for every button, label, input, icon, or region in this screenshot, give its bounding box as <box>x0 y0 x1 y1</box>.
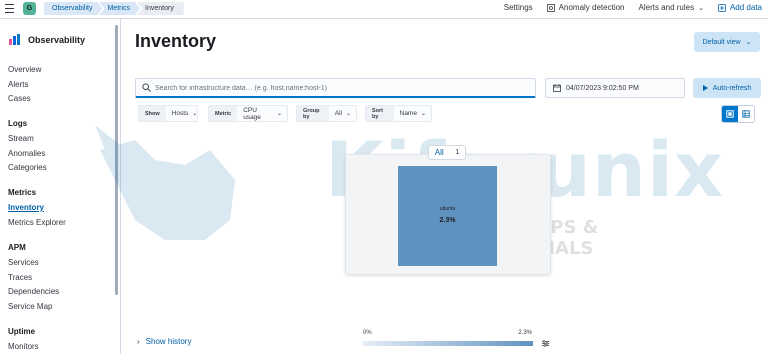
breadcrumb: Observability Metrics Inventory <box>44 2 184 15</box>
calendar-icon <box>553 84 561 92</box>
host-node-value: 2.3% <box>439 217 456 224</box>
breadcrumb-metrics[interactable]: Metrics <box>99 2 140 15</box>
add-data-link[interactable]: Add data <box>718 3 762 12</box>
add-data-icon <box>718 3 726 12</box>
play-icon <box>702 85 708 91</box>
show-filter[interactable]: Show Hosts ⌄ <box>138 105 198 122</box>
top-header: G Observability Metrics Inventory Settin… <box>0 0 768 19</box>
map-view-icon <box>726 110 734 118</box>
chevron-down-icon: ⌄ <box>745 39 752 46</box>
filter-value: CPU usage <box>243 106 261 121</box>
anomaly-detection-link[interactable]: Anomaly detection <box>546 3 625 12</box>
filter-label: Metric <box>209 106 238 121</box>
alerts-and-rules-label: Alerts and rules <box>638 3 695 12</box>
search-icon <box>142 83 151 92</box>
sidebar-heading-logs: Logs <box>8 119 28 128</box>
sidebar-item-alerts[interactable]: Alerts <box>8 80 28 89</box>
chevron-right-icon: › <box>137 337 140 346</box>
chevron-down-icon: ⌄ <box>698 4 704 12</box>
legend-min: 0% <box>363 330 372 336</box>
map-view-button[interactable] <box>722 106 738 122</box>
legend-options-icon[interactable] <box>541 339 550 348</box>
search-input[interactable] <box>155 81 525 95</box>
auto-refresh-button[interactable]: Auto-refresh <box>693 78 761 98</box>
sidebar-item-service-map[interactable]: Service Map <box>8 302 52 311</box>
filter-value: All <box>334 110 342 117</box>
filter-label: Group by <box>297 106 329 121</box>
show-history-label: Show history <box>145 337 192 346</box>
legend-max: 2.3% <box>518 330 532 336</box>
sidebar-scrollbar[interactable] <box>115 25 118 295</box>
table-view-icon <box>742 110 750 118</box>
legend-gradient-bar <box>363 341 533 346</box>
filter-value: Hosts <box>171 110 189 117</box>
date-picker[interactable]: 04/07/2023 9:02:50 PM <box>545 78 685 98</box>
host-node-label: ubuntu <box>439 206 456 212</box>
alerts-and-rules-menu[interactable]: Alerts and rules ⌄ <box>639 3 704 12</box>
header-actions: Settings Anomaly detection Alerts and ru… <box>490 0 762 15</box>
view-toggle <box>721 105 755 123</box>
sidebar-item-dependencies[interactable]: Dependencies <box>8 287 59 296</box>
default-view-label: Default view <box>702 38 741 46</box>
group-count: 1 <box>455 149 460 156</box>
menu-icon[interactable] <box>5 4 14 13</box>
observability-logo-icon <box>9 34 20 45</box>
group-by-filter[interactable]: Group by All ⌄ <box>296 105 357 122</box>
sidebar-item-services[interactable]: Services <box>8 258 39 267</box>
filter-value: Name <box>399 110 417 117</box>
sidebar-brand: Observability <box>9 34 85 45</box>
group-tab[interactable]: All 1 <box>428 145 466 160</box>
metric-filter[interactable]: Metric CPU usage ⌄ <box>208 105 288 122</box>
table-view-button[interactable] <box>738 106 754 122</box>
default-view-button[interactable]: Default view ⌄ <box>694 32 760 52</box>
sidebar-item-anomalies[interactable]: Anomalies <box>8 149 45 158</box>
settings-link[interactable]: Settings <box>504 3 533 12</box>
anomaly-icon <box>546 3 555 12</box>
search-bar <box>135 78 536 98</box>
date-value: 04/07/2023 9:02:50 PM <box>566 84 639 92</box>
page-title: Inventory <box>135 31 217 51</box>
group-name: All <box>434 148 444 157</box>
space-avatar[interactable]: G <box>23 2 36 15</box>
sidebar-item-metrics-explorer[interactable]: Metrics Explorer <box>8 218 66 227</box>
host-node[interactable] <box>398 166 497 266</box>
settings-label: Settings <box>503 3 533 12</box>
sidebar-item-inventory[interactable]: Inventory <box>8 203 44 212</box>
chevron-down-icon: ⌄ <box>276 111 282 117</box>
sort-by-filter[interactable]: Sort by Name ⌄ <box>365 105 432 122</box>
sidebar-item-stream[interactable]: Stream <box>8 134 34 143</box>
sidebar-item-traces[interactable]: Traces <box>8 273 32 282</box>
breadcrumb-observability[interactable]: Observability <box>44 2 102 15</box>
filter-label: Show <box>139 106 166 121</box>
anomaly-detection-label: Anomaly detection <box>558 3 625 12</box>
sidebar-item-monitors[interactable]: Monitors <box>8 342 39 351</box>
breadcrumb-inventory: Inventory <box>137 2 184 15</box>
add-data-label: Add data <box>729 3 762 12</box>
sidebar-heading-apm: APM <box>8 243 26 252</box>
sidebar-item-cases[interactable]: Cases <box>8 94 31 103</box>
sidebar-heading-uptime: Uptime <box>8 327 36 336</box>
chevron-down-icon: ⌄ <box>420 111 426 117</box>
sidebar-heading-metrics: Metrics <box>8 188 37 197</box>
sidebar-title: Observability <box>28 34 86 45</box>
show-history-toggle[interactable]: › Show history <box>137 337 191 346</box>
sidebar: Observability Overview Alerts Cases Logs… <box>0 19 121 354</box>
chevron-down-icon: ⌄ <box>345 111 351 117</box>
sidebar-item-overview[interactable]: Overview <box>8 65 41 74</box>
auto-refresh-label: Auto-refresh <box>712 84 752 92</box>
chevron-down-icon: ⌄ <box>192 111 198 117</box>
color-legend: 0% 2.3% <box>363 330 535 350</box>
sidebar-item-categories[interactable]: Categories <box>8 163 47 172</box>
filter-label: Sort by <box>366 106 394 121</box>
